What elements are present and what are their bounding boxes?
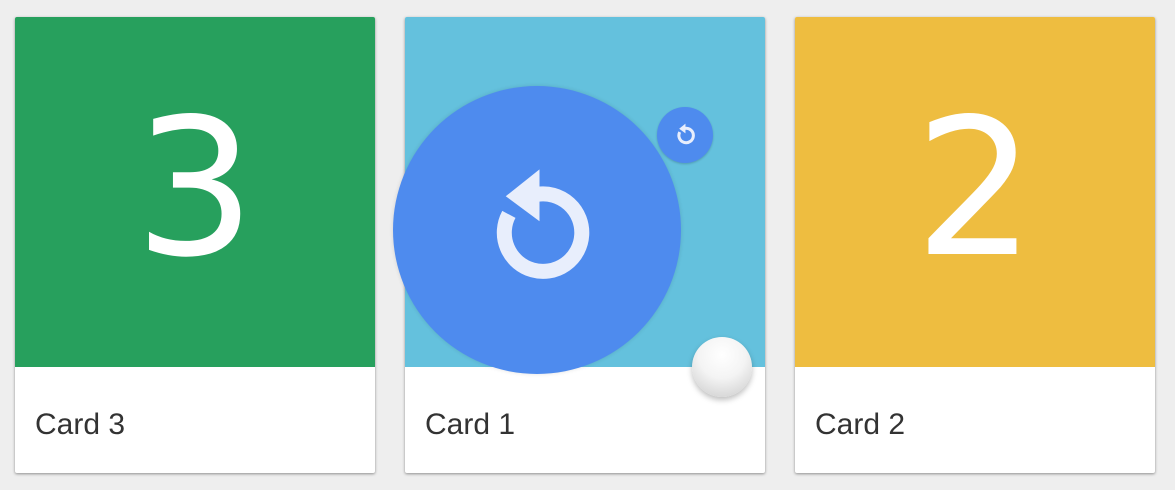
card-2-label: Card 2	[815, 408, 906, 441]
large-refresh-button[interactable]	[393, 86, 681, 374]
refresh-icon	[496, 169, 590, 279]
card-3[interactable]: 3 Card 3	[15, 17, 375, 473]
drag-handle[interactable]	[692, 337, 752, 397]
card-grid: 3 Card 3 Card 1 2 Card 2	[0, 0, 1175, 490]
card-1-label: Card 1	[425, 408, 516, 441]
card-3-media: 3	[15, 17, 375, 367]
card-3-label: Card 3	[35, 408, 126, 441]
card-3-number: 3	[134, 78, 256, 299]
card-2-number: 2	[914, 78, 1036, 299]
refresh-icon	[677, 123, 695, 145]
small-refresh-button[interactable]	[657, 107, 713, 163]
card-2[interactable]: 2 Card 2	[795, 17, 1155, 473]
card-2-media: 2	[795, 17, 1155, 367]
